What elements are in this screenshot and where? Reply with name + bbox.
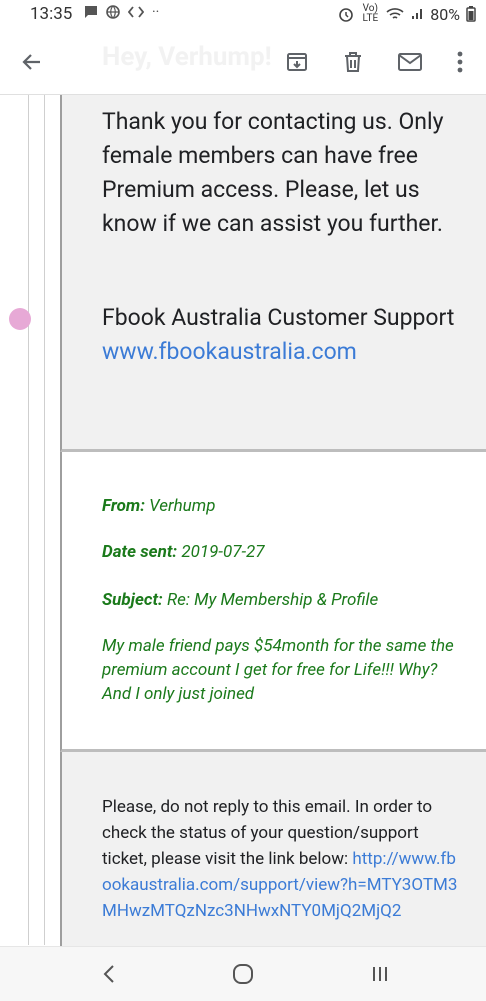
chevron-left-icon: [103, 965, 114, 983]
nav-back-button[interactable]: [94, 959, 124, 989]
back-button[interactable]: [14, 44, 50, 80]
battery-icon: [466, 6, 476, 22]
battery-percent: 80%: [430, 4, 460, 24]
touch-indicator-dot: [9, 308, 31, 330]
notice-text-wrapper: Please, do not reply to this email. In o…: [102, 794, 462, 924]
support-notice-block: Please, do not reply to this email. In o…: [60, 752, 486, 952]
signal-icon: [412, 9, 423, 19]
more-notifications-icon: ··: [152, 4, 160, 20]
date-value: 2019-07-27: [181, 542, 265, 562]
subject-value: Re: My Membership & Profile: [166, 590, 379, 610]
more-options-button[interactable]: [442, 44, 478, 80]
quote-line: [44, 95, 45, 945]
trash-icon: [345, 52, 361, 72]
notification-icons: ··: [84, 5, 159, 19]
status-bar: 13:35 ·· Vo) LTE 80%: [0, 0, 486, 30]
recents-icon: [373, 967, 387, 981]
wifi-icon: [386, 8, 404, 19]
date-line: Date sent: 2019-07-27: [102, 540, 462, 564]
arrow-left-icon: [22, 54, 40, 70]
nav-home-button[interactable]: [228, 959, 258, 989]
nav-recents-button[interactable]: [365, 959, 395, 989]
from-label: From:: [102, 496, 145, 516]
globe-icon: [106, 5, 120, 19]
delete-button[interactable]: [335, 44, 371, 80]
archive-icon: [287, 53, 307, 71]
signature: Fbook Australia Customer Support www.fbo…: [102, 301, 462, 369]
quote-line: [28, 95, 29, 945]
quoted-message-text: My male friend pays $54month for the sam…: [102, 636, 454, 704]
app-bar: Hey, Verhump!: [0, 30, 486, 95]
email-subject-title: Hey, Verhump!: [102, 42, 272, 72]
system-icons: Vo) LTE 80%: [338, 4, 476, 24]
status-time: 13:35: [30, 4, 73, 24]
code-icon: [128, 6, 144, 18]
subject-line: Subject: Re: My Membership & Profile: [102, 588, 462, 612]
reply-body: Thank you for contacting us. Only female…: [102, 108, 444, 237]
alarm-icon: [339, 8, 354, 22]
reply-message-block: Thank you for contacting us. Only female…: [60, 95, 486, 452]
message-icon: [85, 6, 97, 18]
from-line: From: Verhump: [102, 494, 462, 518]
from-value: Verhump: [149, 496, 216, 516]
more-vert-icon: [457, 51, 463, 73]
quoted-message-block: From: Verhump Date sent: 2019-07-27 Subj…: [60, 452, 486, 752]
network-type: Vo) LTE: [362, 3, 379, 24]
quote-indent-lines: [0, 95, 60, 945]
system-navigation-bar: [0, 946, 486, 1001]
subject-label: Subject:: [102, 590, 163, 610]
mail-icon: [398, 53, 422, 71]
home-circle-icon: [233, 964, 253, 984]
date-label: Date sent:: [102, 542, 178, 562]
signature-name: Fbook Australia Customer Support: [102, 304, 455, 331]
website-link[interactable]: www.fbookaustralia.com: [102, 335, 462, 369]
archive-button[interactable]: [279, 44, 315, 80]
mark-unread-button[interactable]: [392, 44, 428, 80]
